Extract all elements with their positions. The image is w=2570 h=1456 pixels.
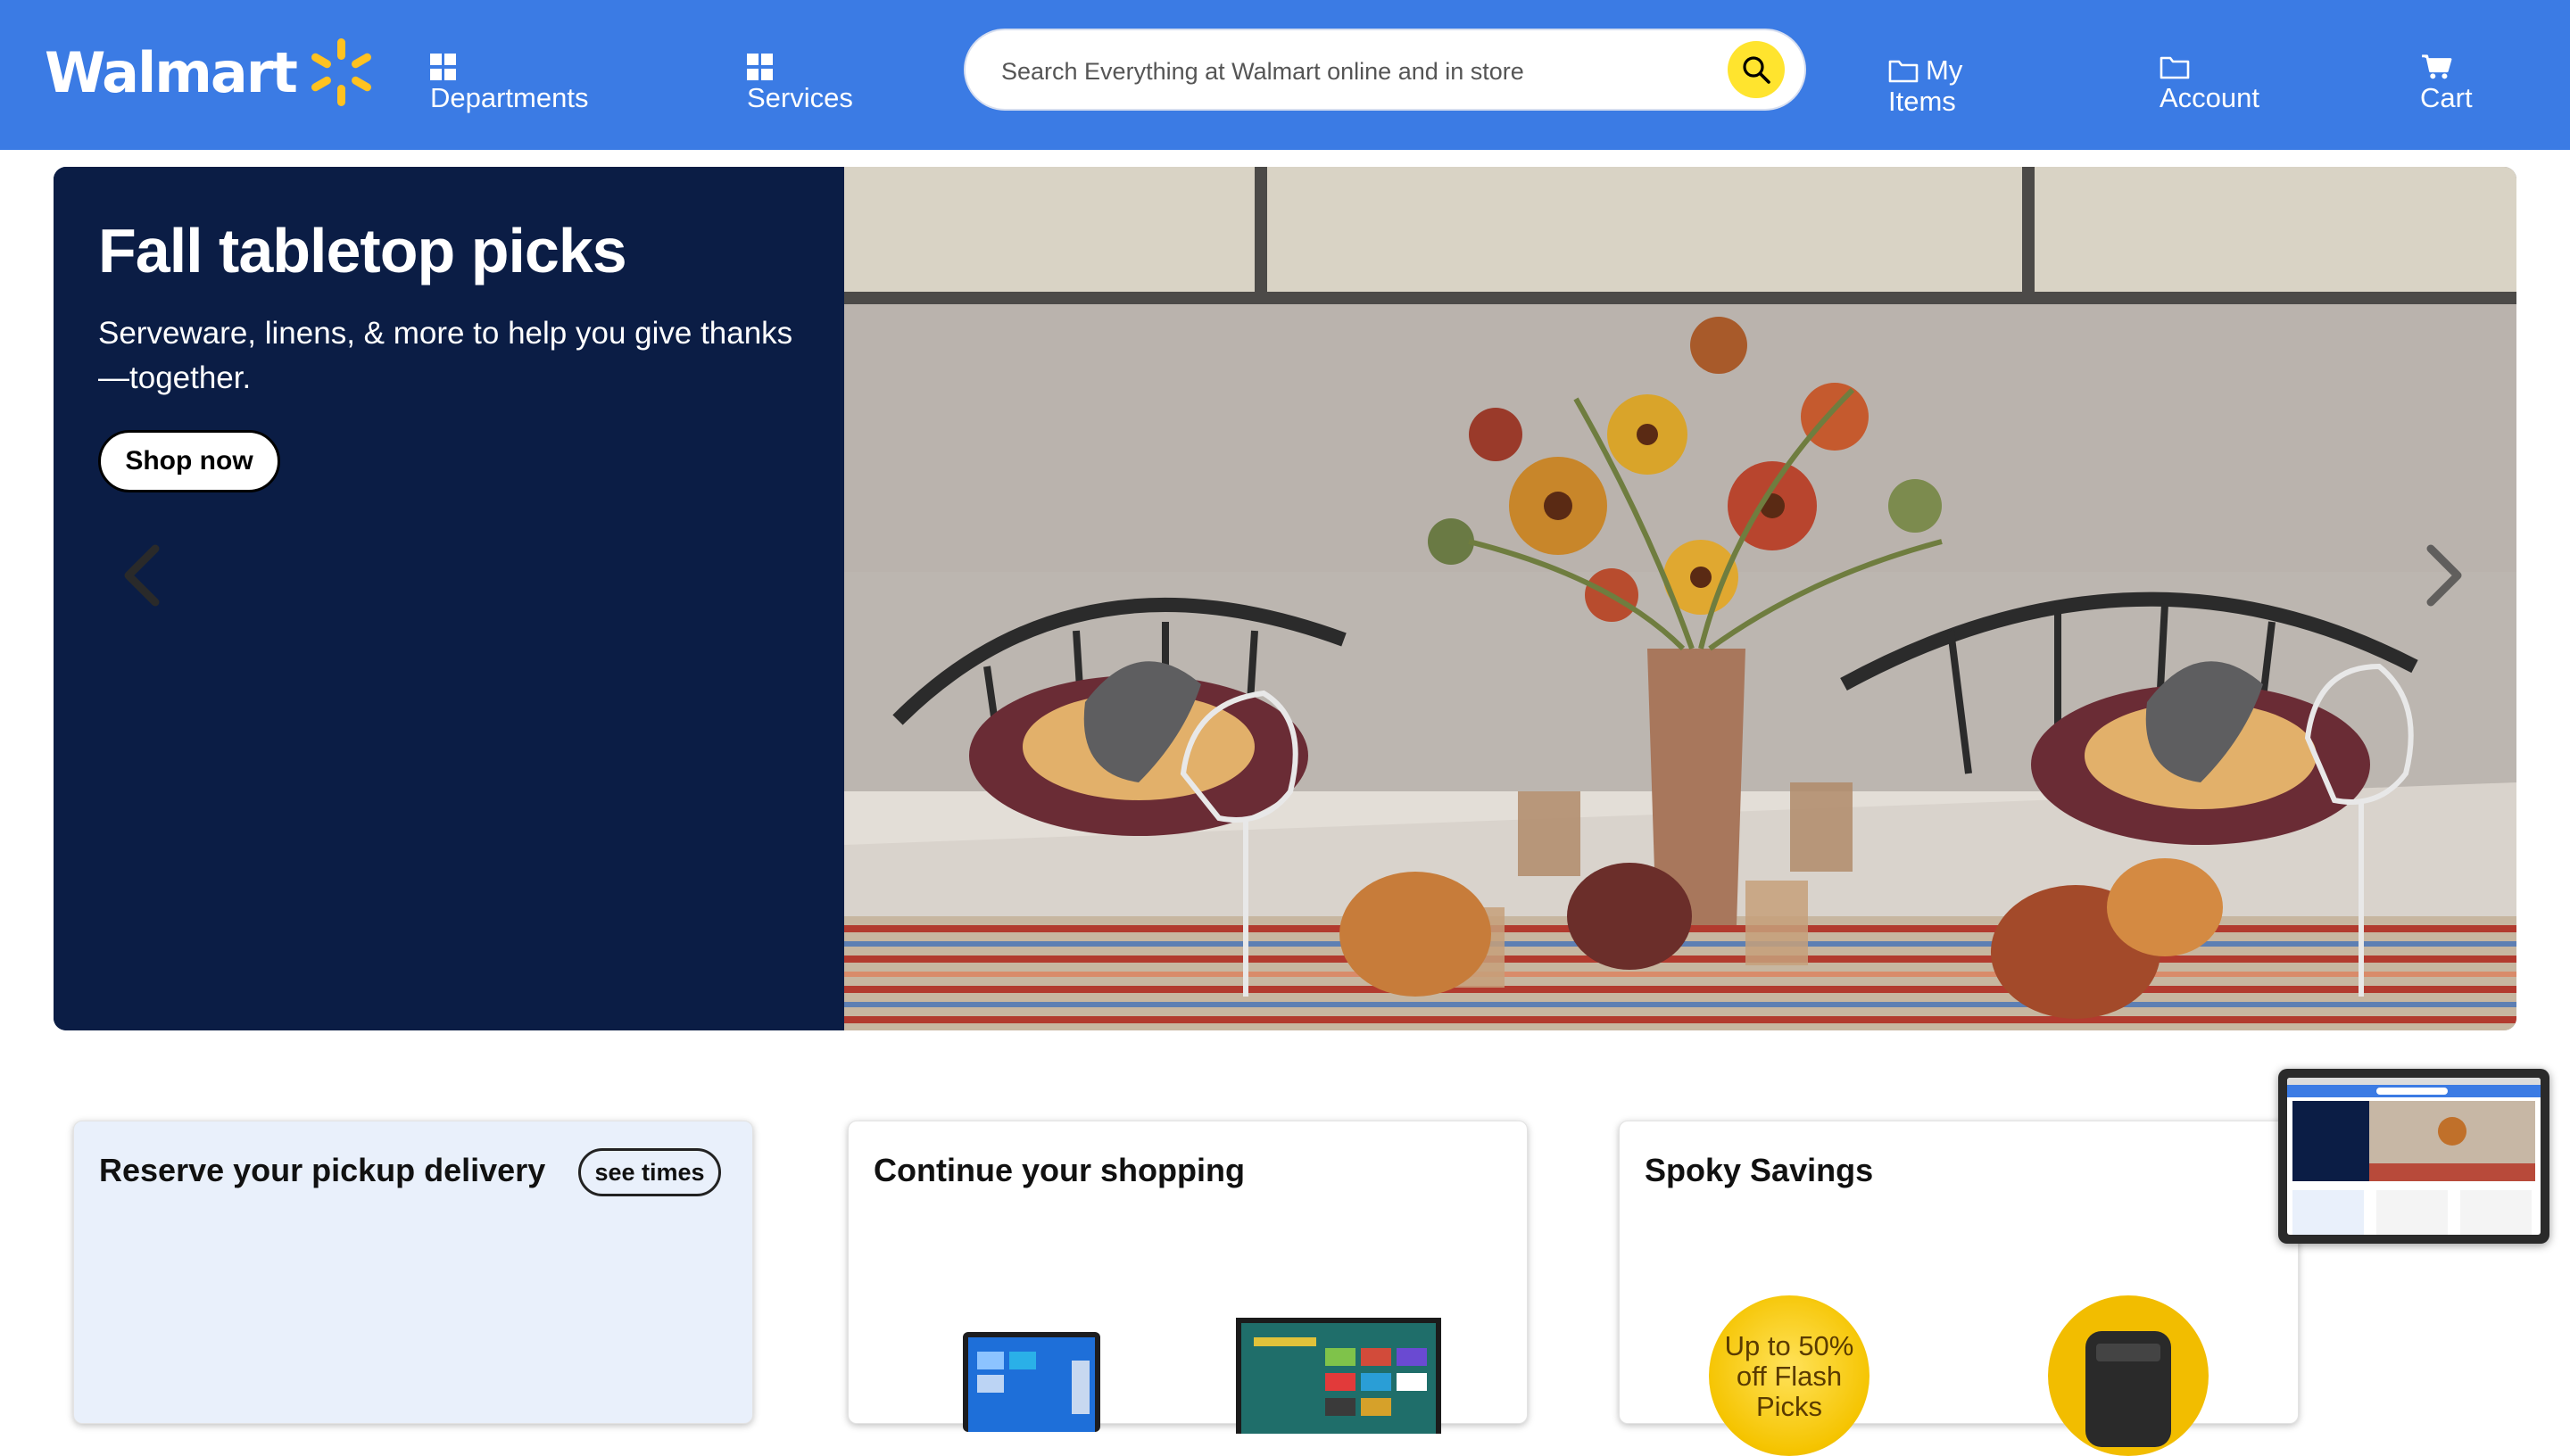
nav-departments[interactable]: Departments (430, 54, 588, 114)
spooky-savings-card[interactable]: Spoky Savings Up to 50% off Flash Picks (1619, 1121, 2299, 1456)
chevron-right-icon[interactable] (2406, 540, 2477, 611)
cart-icon (2422, 54, 2452, 79)
flash-picks-badge[interactable]: Up to 50% off Flash Picks (1709, 1295, 1869, 1456)
see-times-button[interactable]: see times (578, 1148, 721, 1196)
nav-account-label: Account (2160, 82, 2260, 113)
continue-shopping-title: Continue your shopping (874, 1152, 1245, 1188)
walmart-spark-icon (311, 38, 371, 106)
badge-line-2: off Flash (1736, 1361, 1843, 1392)
nav-services[interactable]: Services (747, 54, 853, 114)
preview-screen (2287, 1078, 2541, 1235)
hero-subtitle: Serveware, linens, & more to help you gi… (98, 316, 793, 395)
search-input[interactable] (1001, 50, 1715, 93)
nav-account[interactable]: Account (2160, 54, 2259, 114)
search-bar (964, 29, 1806, 111)
top-header: Walmart Departments Services Search Ever… (0, 0, 2570, 150)
search-icon (1743, 56, 1770, 84)
nav-departments-label: Departments (430, 82, 589, 113)
nav-services-label: Services (747, 82, 853, 113)
walmart-logo[interactable]: Walmart (45, 32, 377, 112)
hero-image[interactable] (844, 167, 2516, 1030)
laptop-product-image[interactable] (956, 1325, 1107, 1432)
pickup-card[interactable]: Reserve your pickup delivery see times (73, 1121, 753, 1424)
badge-line-1: Up to 50% (1724, 1330, 1854, 1361)
folder-icon (1888, 60, 1919, 83)
grid-icon (747, 54, 774, 80)
spooky-savings-title: Spoky Savings (1645, 1152, 1874, 1188)
pickup-card-title: Reserve your pickup delivery (99, 1152, 546, 1188)
air-fryer-product-image[interactable] (2048, 1295, 2209, 1456)
nav-cart[interactable]: Cart (2420, 54, 2473, 114)
nav-my-items-label-line2: Items (1888, 86, 1956, 117)
shop-now-button[interactable]: Shop now (98, 430, 280, 492)
hero-carousel: Fall tabletop picks Serveware, linens, &… (54, 167, 2516, 1030)
chevron-left-icon[interactable] (109, 540, 180, 611)
search-button[interactable] (1728, 41, 1785, 98)
badge-line-3: Picks (1755, 1391, 1823, 1422)
grid-icon (430, 54, 457, 80)
tv-product-image[interactable] (1236, 1318, 1441, 1434)
fall-tabletop-photo (844, 167, 2516, 1030)
folder-icon (2160, 56, 2190, 79)
nav-my-items[interactable]: My Items (1888, 54, 1963, 118)
nav-cart-label: Cart (2420, 82, 2473, 113)
nav-my-items-label-line1: My (1926, 54, 1963, 86)
screen-preview-thumbnail[interactable] (2278, 1069, 2549, 1244)
hero-title: Fall tabletop picks (98, 216, 627, 285)
continue-shopping-card[interactable]: Continue your shopping (848, 1121, 1528, 1434)
preview-page-miniature (2287, 1078, 2541, 1235)
brand-name: Walmart (45, 39, 298, 105)
